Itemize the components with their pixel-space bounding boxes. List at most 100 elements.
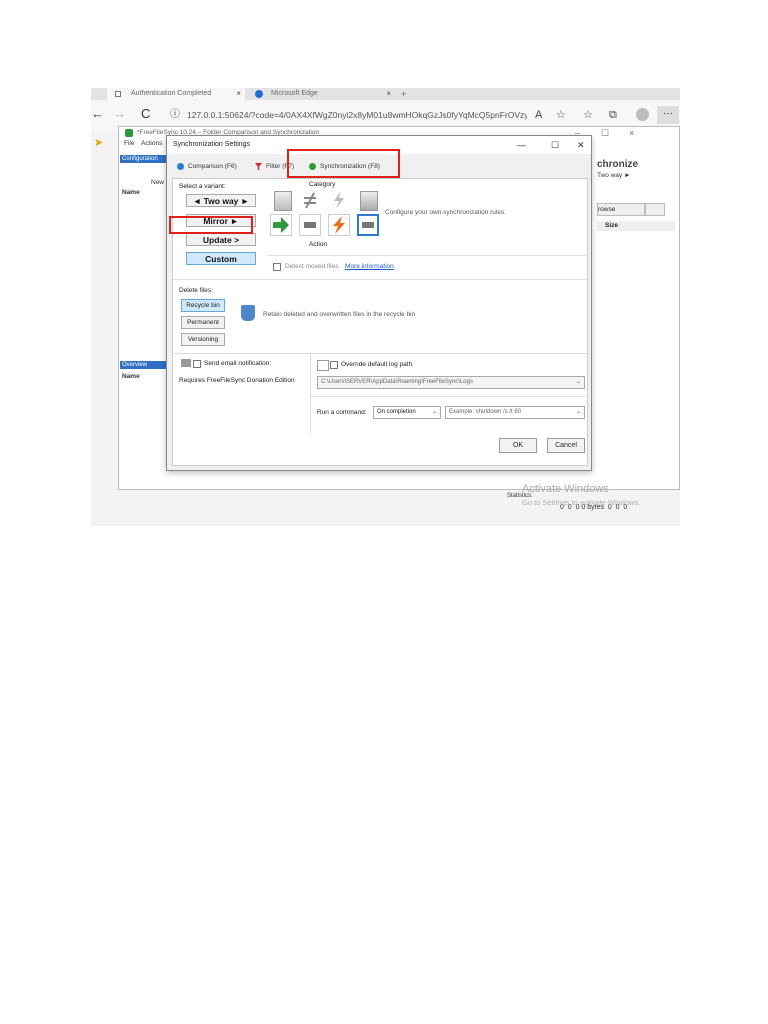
not-equal-icon <box>302 191 318 209</box>
configuration-header: Configuration <box>120 155 168 163</box>
menu-actions[interactable]: Actions <box>141 139 162 149</box>
more-options-button[interactable]: ··· <box>657 106 679 124</box>
browser-tab-2[interactable]: Microsoft Edge × <box>247 88 395 100</box>
tab-comparison-label: Comparison (F6) <box>188 163 237 170</box>
vertical-divider <box>310 355 311 433</box>
variant-custom[interactable]: Custom <box>186 252 256 265</box>
cloud-icon[interactable] <box>645 203 665 216</box>
recycle-bin-icon <box>241 305 255 321</box>
browser-tab-strip: Authentication Completed × Microsoft Edg… <box>91 88 680 100</box>
highlight-sync-tab <box>287 149 400 178</box>
freefilesync-icon <box>125 129 133 137</box>
activate-windows-title: Activate Windows <box>522 483 609 495</box>
arrow-icon: ➤ <box>94 137 104 149</box>
left-pane: Name <box>120 163 167 445</box>
page-icon <box>115 91 121 97</box>
recycle-bin-button[interactable]: Recycle bin <box>181 299 225 312</box>
recycle-bin-description: Retain deleted and overwritten files in … <box>263 311 416 318</box>
file-left-only-icon <box>274 191 292 211</box>
chevron-down-icon: ⌄ <box>431 409 437 415</box>
address-bar[interactable]: 127.0.0.1:50624/?code=4/0AX4XfWgZ0nyi2x8… <box>187 107 527 123</box>
info-icon[interactable]: ⓘ <box>170 107 180 123</box>
size-column-header[interactable]: Size <box>597 221 675 231</box>
divider <box>268 255 586 256</box>
read-aloud-icon[interactable]: A <box>535 108 542 122</box>
file-right-only-icon <box>360 191 378 211</box>
action-do-nothing-button[interactable] <box>299 214 321 236</box>
browser-tab-2-label: Microsoft Edge <box>271 90 318 97</box>
detect-moved-checkbox[interactable] <box>273 263 281 271</box>
action-conflict-button[interactable] <box>328 214 350 236</box>
divider <box>173 353 587 354</box>
run-command-label: Run a command: <box>317 409 367 416</box>
overview-name-column[interactable]: Name <box>122 373 140 380</box>
cancel-button[interactable]: Cancel <box>547 438 585 453</box>
delete-files-label: Delete files: <box>179 287 213 294</box>
dialog-title: Synchronization Settings <box>173 141 251 148</box>
new-config-label[interactable]: New <box>151 179 164 186</box>
ok-button[interactable]: OK <box>499 438 537 453</box>
run-when-value: On completion <box>377 409 416 415</box>
tab-close-icon[interactable]: × <box>386 88 391 100</box>
action-copy-right-button[interactable] <box>270 214 292 236</box>
conflict-icon <box>331 191 347 209</box>
log-path-field[interactable]: C:\Users\SERVER\AppData\Roaming\FreeFile… <box>317 376 585 389</box>
more-information-link[interactable]: More information <box>345 263 394 270</box>
highlight-mirror-variant <box>169 216 253 234</box>
divider <box>310 396 587 397</box>
favorite-icon[interactable]: ☆ <box>556 108 566 122</box>
dialog-maximize-button[interactable]: ☐ <box>551 136 559 154</box>
maximize-button[interactable]: ☐ <box>601 127 609 139</box>
configure-rules-text: Configure your own synchronization rules… <box>385 209 507 216</box>
divider <box>173 279 587 280</box>
run-command-placeholder: Example: shutdown /s /t 60 <box>449 409 522 415</box>
close-button[interactable]: × <box>629 127 634 139</box>
browser-tab-1[interactable]: Authentication Completed × <box>107 88 245 100</box>
name-column-header[interactable]: Name <box>122 189 140 196</box>
dialog-minimize-button[interactable]: — <box>517 136 526 154</box>
reload-button[interactable]: C <box>141 106 150 122</box>
chevron-down-icon: ⌄ <box>575 409 581 415</box>
run-when-select[interactable]: On completion ⌄ <box>373 406 441 419</box>
menu-file[interactable]: File <box>124 139 134 149</box>
new-tab-button[interactable]: + <box>401 88 406 100</box>
send-email-label: Send email notification: <box>204 360 272 367</box>
override-log-checkbox[interactable] <box>330 361 338 369</box>
favorites-icon[interactable]: ☆ <box>583 108 593 122</box>
profile-avatar[interactable] <box>636 108 649 121</box>
chevron-down-icon: ⌄ <box>575 379 581 385</box>
synchronize-button-label[interactable]: chronize <box>597 159 638 170</box>
donation-note: Requires FreeFileSync Donation Edition <box>179 377 295 384</box>
synchronization-settings-dialog: Synchronization Settings — ☐ ✕ Compariso… <box>166 135 592 471</box>
screenshot-frame: Authentication Completed × Microsoft Edg… <box>91 88 680 526</box>
sync-mode-label: Two way ► <box>597 172 631 179</box>
action-do-nothing-selected-button[interactable] <box>357 214 379 236</box>
select-variant-label: Select a variant: <box>179 183 226 190</box>
variant-update[interactable]: Update > <box>186 233 256 246</box>
permanent-button[interactable]: Permanent <box>181 316 225 329</box>
variant-two-way[interactable]: ◄ Two way ► <box>186 194 256 207</box>
category-label: Category <box>309 181 336 188</box>
folder-icon <box>317 360 329 371</box>
action-label: Action <box>309 241 328 248</box>
log-path-value: C:\Users\SERVER\AppData\Roaming\FreeFile… <box>321 379 473 385</box>
detect-moved-label: Detect moved files <box>285 263 339 270</box>
browser-tab-1-label: Authentication Completed <box>131 90 212 97</box>
activate-windows-subtitle: Go to Settings to activate Windows. <box>522 498 641 507</box>
browse-button[interactable]: rowse <box>597 203 645 216</box>
edge-icon <box>255 90 263 98</box>
filter-icon <box>255 163 262 170</box>
overview-header: Overview <box>120 361 168 369</box>
collections-icon[interactable]: ⧉ <box>609 108 617 122</box>
override-log-label: Override default log path: <box>341 361 414 368</box>
send-email-checkbox[interactable] <box>193 360 201 368</box>
dialog-close-button[interactable]: ✕ <box>577 136 585 154</box>
tab-comparison[interactable]: Comparison (F6) <box>177 162 237 172</box>
versioning-button[interactable]: Versioning <box>181 333 225 346</box>
email-icon <box>181 359 191 367</box>
tab-close-icon[interactable]: × <box>236 88 241 100</box>
back-button[interactable]: ← <box>91 106 104 122</box>
run-command-input[interactable]: Example: shutdown /s /t 60 ⌄ <box>445 406 585 419</box>
forward-button[interactable]: → <box>113 106 126 122</box>
gear-icon <box>177 163 184 170</box>
